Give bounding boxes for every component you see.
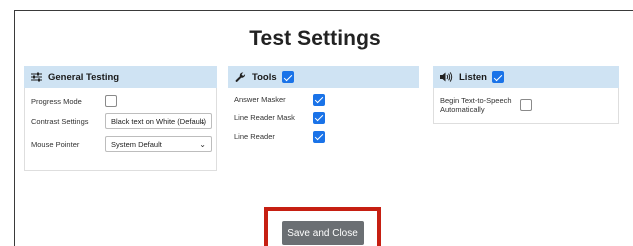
- answer-masker-row: Answer Masker: [228, 88, 419, 108]
- text-to-speech-row: Begin Text-to-Speech Automatically: [434, 88, 618, 122]
- page: Test Settings General Testing Progress M…: [0, 0, 633, 246]
- speaker-icon: [440, 72, 453, 82]
- general-testing-title: General Testing: [48, 71, 120, 83]
- mouse-pointer-label: Mouse Pointer: [31, 139, 80, 149]
- tools-toggle-checkbox[interactable]: [281, 71, 294, 83]
- text-to-speech-label-line2: Automatically: [440, 105, 485, 114]
- general-testing-body: Progress Mode Contrast Settings Black te…: [24, 88, 217, 171]
- line-reader-mask-checkbox[interactable]: [313, 111, 325, 124]
- sliders-icon: [31, 72, 42, 82]
- tools-body: Answer Masker Line Reader Mask Line Read…: [228, 88, 419, 158]
- save-and-close-button[interactable]: Save and Close: [281, 221, 364, 245]
- text-to-speech-checkbox[interactable]: [520, 99, 532, 111]
- tools-header: Tools: [228, 66, 419, 88]
- progress-mode-checkbox[interactable]: [105, 95, 117, 107]
- tools-panel: Tools Answer Masker Line Reader Mask Lin…: [228, 66, 419, 158]
- tools-title: Tools: [252, 71, 277, 83]
- chevron-down-icon: ⌄: [199, 117, 206, 126]
- general-testing-panel: General Testing Progress Mode Contrast S…: [24, 66, 217, 171]
- mouse-pointer-row: Mouse Pointer System Default ⌄: [25, 132, 216, 156]
- answer-masker-checkbox[interactable]: [313, 93, 325, 106]
- line-reader-checkbox[interactable]: [313, 130, 325, 143]
- line-reader-mask-row: Line Reader Mask: [228, 108, 419, 127]
- mouse-pointer-select[interactable]: System Default ⌄: [105, 136, 212, 152]
- line-reader-row: Line Reader: [228, 127, 419, 146]
- mouse-pointer-select-value: System Default: [111, 139, 162, 149]
- listen-panel: Listen Begin Text-to-Speech Automaticall…: [433, 66, 619, 124]
- line-reader-mask-label: Line Reader Mask: [234, 113, 295, 122]
- listen-header: Listen: [433, 66, 619, 88]
- contrast-label: Contrast Settings: [31, 116, 89, 126]
- text-to-speech-label: Begin Text-to-Speech Automatically: [440, 96, 520, 114]
- listen-toggle-checkbox[interactable]: [491, 71, 504, 83]
- contrast-row: Contrast Settings Black text on White (D…: [25, 110, 216, 132]
- contrast-select[interactable]: Black text on White (Default) ⌄: [105, 113, 212, 129]
- progress-mode-row: Progress Mode: [25, 88, 216, 110]
- wrench-icon: [235, 71, 246, 83]
- chevron-down-icon: ⌄: [199, 140, 206, 149]
- progress-mode-label: Progress Mode: [31, 96, 82, 106]
- answer-masker-label: Answer Masker: [234, 95, 286, 104]
- general-testing-header: General Testing: [24, 66, 217, 88]
- settings-dialog: Test Settings General Testing Progress M…: [14, 10, 633, 246]
- save-highlight-box: Save and Close: [264, 207, 381, 246]
- dialog-title: Test Settings: [249, 27, 381, 50]
- contrast-select-value: Black text on White (Default): [111, 116, 207, 126]
- line-reader-label: Line Reader: [234, 132, 275, 141]
- listen-body: Begin Text-to-Speech Automatically: [433, 88, 619, 124]
- listen-title: Listen: [459, 71, 487, 83]
- text-to-speech-label-line1: Begin Text-to-Speech: [440, 96, 512, 105]
